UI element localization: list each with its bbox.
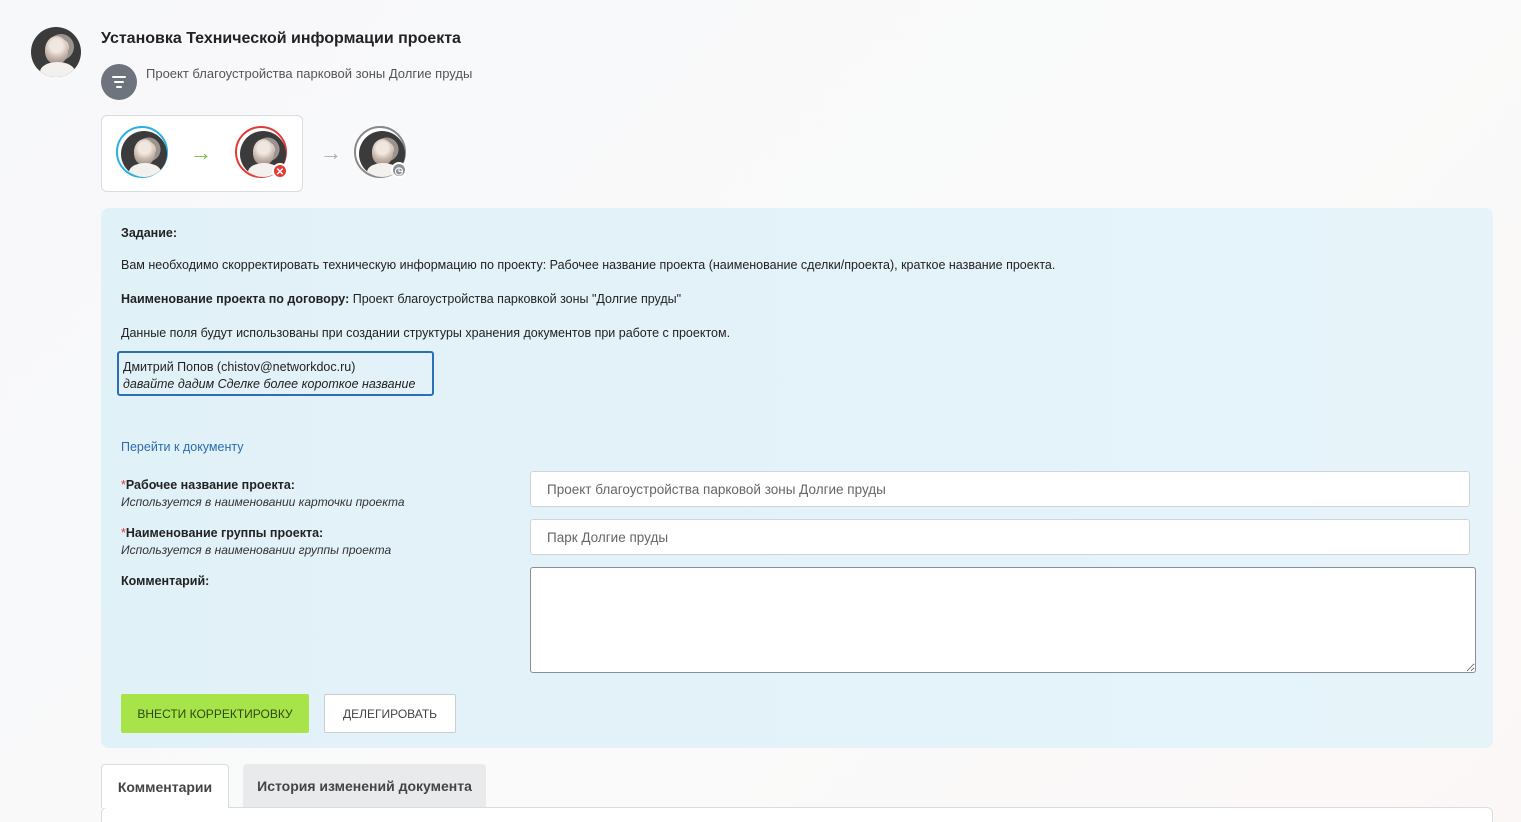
working-name-input[interactable] (530, 471, 1470, 507)
filter-icon[interactable] (101, 64, 137, 100)
contract-name: Наименование проекта по договору: Проект… (121, 292, 681, 306)
tab-comments[interactable]: Комментарии (101, 764, 229, 808)
tab-document-history[interactable]: История изменений документа (243, 764, 486, 808)
comment-text: давайте дадим Сделке более короткое назв… (123, 377, 416, 391)
previous-comment: Дмитрий Попов (chistov@networkdoc.ru) да… (117, 351, 434, 396)
project-subtitle: Проект благоустройства парковой зоны Дол… (146, 66, 473, 81)
delegate-button[interactable]: Делегировать (324, 694, 456, 733)
submit-correction-button[interactable]: Внести корректировку (121, 694, 309, 733)
contract-label: Наименование проекта по договору: (121, 292, 350, 306)
arrow-right-icon: → (190, 140, 212, 165)
task-heading: Задание: (121, 226, 178, 240)
group-name-label: *Наименование группы проекта: (121, 526, 324, 540)
route-step-current[interactable] (116, 126, 168, 178)
working-name-hint: Используется в наименовании карточки про… (121, 495, 405, 509)
arrow-right-icon: → (320, 140, 342, 165)
author-avatar[interactable] (31, 27, 81, 77)
go-to-document-link[interactable]: Перейти к документу (121, 440, 243, 454)
group-name-input[interactable] (530, 519, 1470, 555)
task-note: Данные поля будут использованы при созда… (121, 326, 731, 340)
page-title: Установка Технической информации проекта (101, 30, 461, 47)
comment-textarea[interactable] (530, 567, 1476, 673)
group-name-hint: Используется в наименовании группы проек… (121, 543, 392, 557)
comment-author: Дмитрий Попов (chistov@networkdoc.ru) (123, 360, 356, 374)
tab-content (101, 807, 1493, 822)
contract-value: Проект благоустройства парковкой зоны "Д… (349, 292, 682, 306)
working-name-label: *Рабочее название проекта: (121, 478, 295, 492)
clock-icon: ◷ (391, 162, 407, 178)
avatar (121, 131, 167, 177)
comment-label: Комментарий: (121, 574, 210, 588)
rejected-icon: ✕ (272, 163, 288, 179)
task-description: Вам необходимо скорректировать техническ… (121, 258, 1056, 272)
